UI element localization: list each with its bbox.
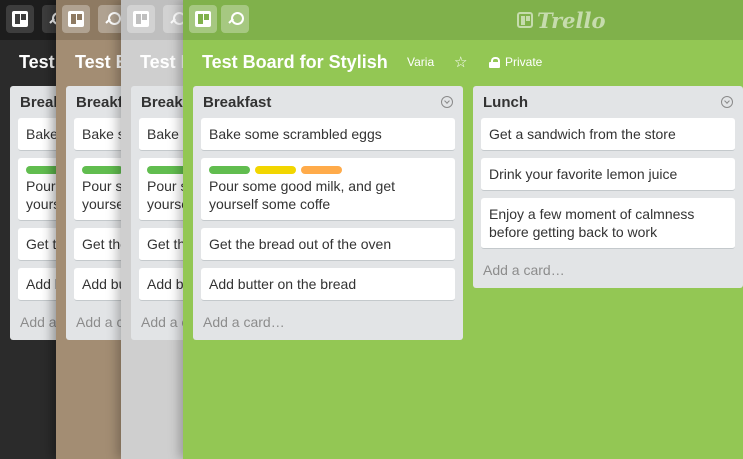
privacy-label: Private: [505, 55, 543, 69]
card-title: Pour some good milk, and get yourself so…: [209, 178, 395, 212]
list-card[interactable]: Enjoy a few moment of calmness before ge…: [481, 198, 735, 249]
lock-icon: [489, 57, 500, 68]
search-button[interactable]: [221, 5, 249, 33]
boards-button[interactable]: [189, 5, 217, 33]
search-icon: [227, 11, 244, 27]
label-orange: [301, 166, 342, 174]
boards-icon: [68, 11, 84, 27]
card-title: Drink your favorite lemon juice: [489, 166, 678, 182]
list-menu-icon[interactable]: [441, 96, 453, 108]
card-title: Get a sandwich from the store: [489, 126, 676, 142]
list-card[interactable]: Pour some good milk, and get yourself so…: [201, 158, 455, 221]
list-header: Breakfast: [201, 86, 455, 118]
label-green: [82, 166, 123, 174]
list-menu-icon[interactable]: [721, 96, 733, 108]
list-card[interactable]: Bake some scrambled eggs: [201, 118, 455, 151]
list-card[interactable]: Get the bread out of the oven: [201, 228, 455, 261]
list-title[interactable]: Breakfast: [203, 94, 271, 111]
trello-logo-icon: [517, 12, 533, 28]
card-title: Bake some scrambled eggs: [209, 126, 382, 142]
boards-icon: [195, 11, 211, 27]
trello-logo-text: Trello: [537, 7, 606, 33]
list-card[interactable]: Add butter on the bread: [201, 268, 455, 301]
list-header: Lunch: [481, 86, 735, 118]
boards-icon: [133, 11, 149, 27]
board-privacy[interactable]: Private: [489, 55, 542, 69]
list-card[interactable]: Drink your favorite lemon juice: [481, 158, 735, 191]
board-org[interactable]: Varia: [407, 55, 434, 69]
card-labels: [209, 165, 447, 174]
list-title[interactable]: Lunch: [483, 94, 528, 111]
card-title: Get the bread out of the oven: [209, 236, 392, 252]
star-icon[interactable]: ☆: [454, 53, 467, 71]
board-theme-green: Trello Test Board for Stylish Varia ☆ Pr…: [183, 0, 743, 459]
list-breakfast: Breakfast Bake some scrambled eggs Pour …: [193, 86, 463, 340]
boards-button[interactable]: [6, 5, 34, 33]
search-icon: [104, 11, 121, 27]
card-title: Add butter on the bread: [209, 276, 357, 292]
boards-button[interactable]: [62, 5, 90, 33]
add-card-link[interactable]: Add a card…: [201, 308, 455, 332]
label-yellow: [255, 166, 296, 174]
add-card-link[interactable]: Add a card…: [481, 256, 735, 280]
trello-logo[interactable]: Trello: [517, 7, 606, 33]
list-lunch: Lunch Get a sandwich from the store Drin…: [473, 86, 743, 288]
boards-button[interactable]: [127, 5, 155, 33]
board-title[interactable]: Test Board for Stylish: [202, 52, 388, 73]
card-title: Enjoy a few moment of calmness before ge…: [489, 206, 695, 240]
boards-icon: [12, 11, 28, 27]
list-card[interactable]: Get a sandwich from the store: [481, 118, 735, 151]
header-bar: Trello: [183, 0, 743, 40]
label-green: [147, 166, 188, 174]
label-green: [209, 166, 250, 174]
